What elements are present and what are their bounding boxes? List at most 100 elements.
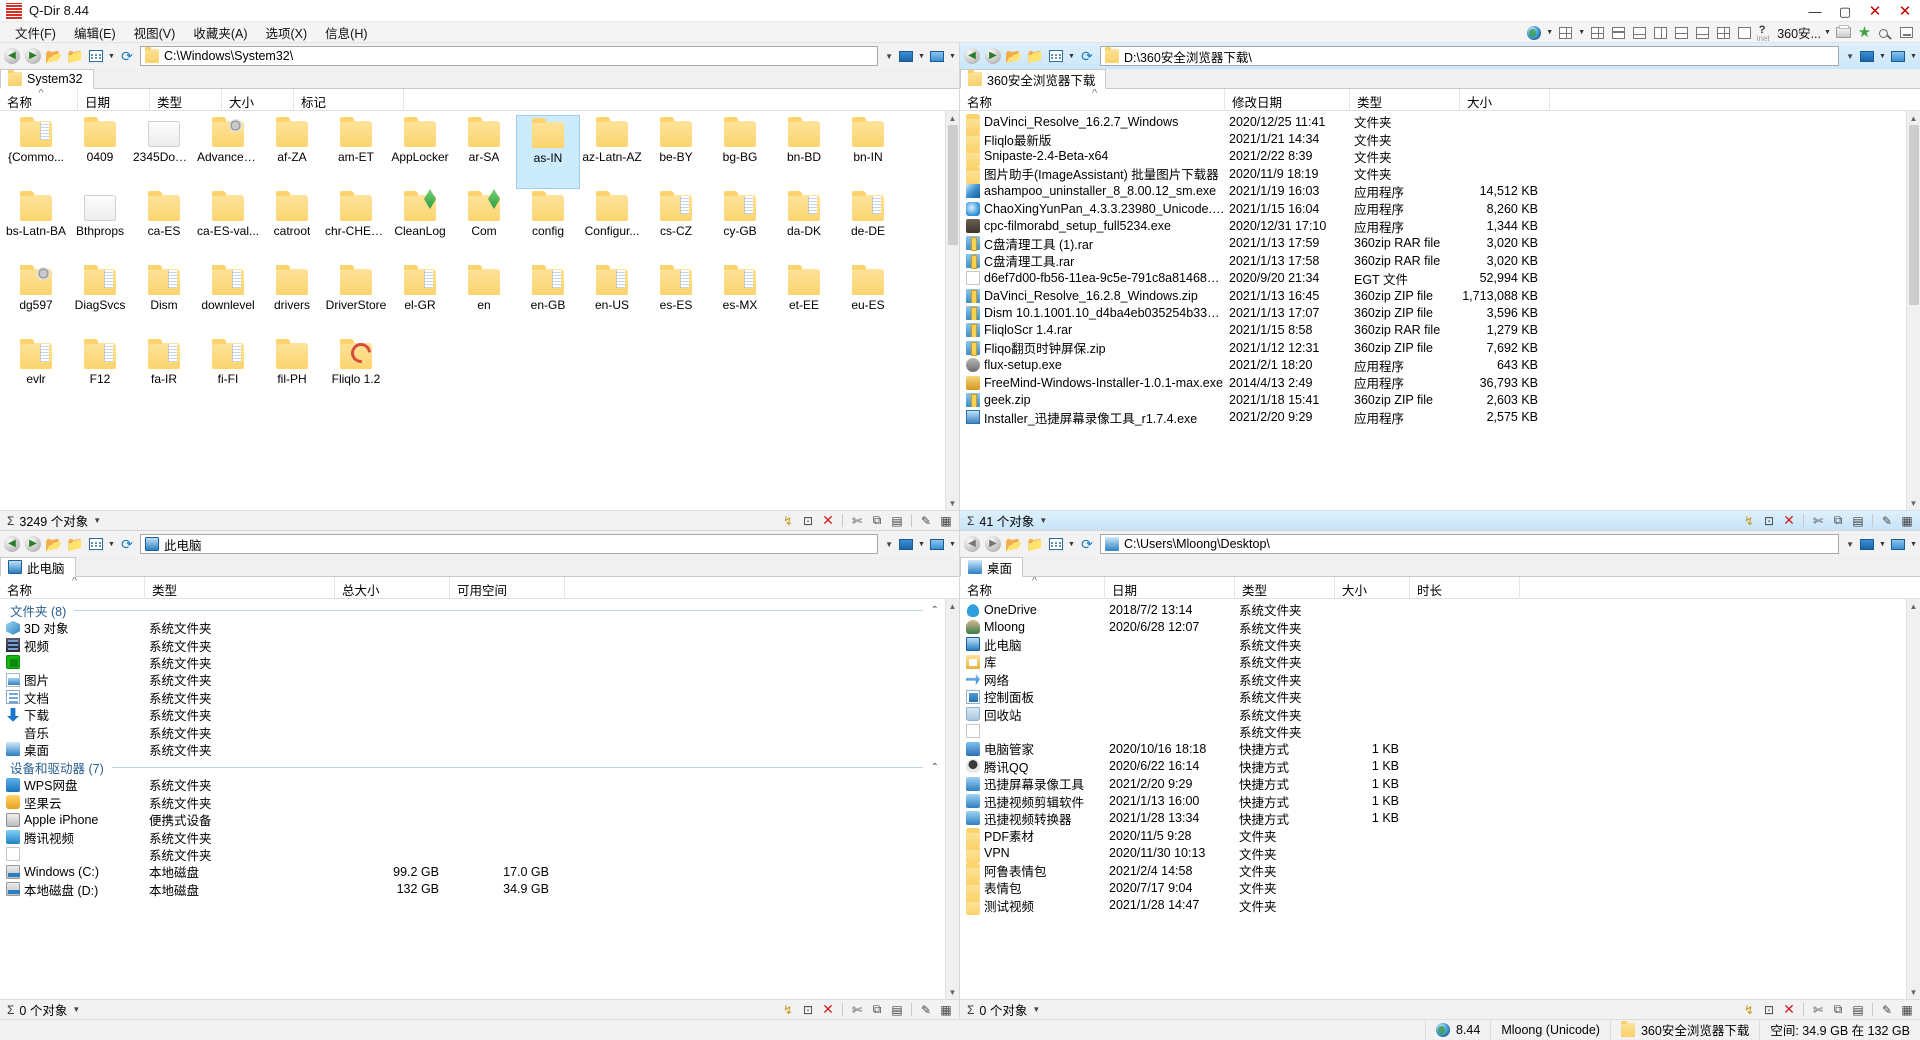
forward-icon[interactable]: ▶ — [23, 534, 43, 554]
file-item[interactable]: en — [452, 263, 516, 337]
favorite-star-icon[interactable]: ★ — [1855, 24, 1874, 42]
forward-icon[interactable]: ▶ — [983, 46, 1003, 66]
scroll-down-icon[interactable]: ▼ — [1907, 496, 1920, 510]
table-row[interactable]: Fliqo翻页时钟屏保.zip 2021/1/12 12:31 360zip ZIP… — [960, 339, 1906, 356]
table-row[interactable]: ashampoo_uninstaller_8_8.00.12_sm.exe 202… — [960, 183, 1906, 200]
object-count-this-pc[interactable]: Σ 0 个对象 ▼ — [3, 1000, 80, 1019]
pane-view-2-chevron-icon[interactable]: ▼ — [1909, 535, 1918, 553]
table-row[interactable]: Fliqlo最新版 2021/1/21 14:34 文件夹 — [960, 130, 1906, 150]
file-item[interactable]: F12 — [68, 337, 132, 411]
table-row[interactable]: geek.zip 2021/1/18 15:41 360zip ZIP file 2,… — [960, 391, 1906, 408]
layout-horizontal-split-icon[interactable] — [1672, 24, 1691, 42]
table-row[interactable]: 迅捷屏幕录像工具 2021/2/20 9:29 快捷方式 1 KB — [960, 775, 1906, 792]
pane-view-2-icon[interactable] — [1888, 46, 1908, 66]
minimize-tray-icon[interactable] — [1897, 24, 1916, 42]
back-icon[interactable]: ◀ — [2, 534, 22, 554]
table-row[interactable]: 文档 系统文件夹 — [0, 689, 945, 706]
copy-icon[interactable]: ⧉ — [869, 513, 885, 529]
scroll-down-icon[interactable]: ▼ — [946, 985, 960, 999]
select-icon[interactable]: ▦ — [1899, 513, 1915, 529]
menu-favorites[interactable]: 收藏夹(A) — [184, 21, 256, 44]
file-item[interactable]: da-DK — [772, 189, 836, 263]
table-row[interactable]: 电脑管家 2020/10/16 18:18 快捷方式 1 KB — [960, 740, 1906, 757]
file-item[interactable]: 2345Dom... — [132, 115, 196, 189]
layout-vertical-split-icon[interactable] — [1651, 24, 1670, 42]
tab-desktop[interactable]: 桌面 — [960, 557, 1024, 577]
file-item[interactable]: as-IN — [516, 115, 580, 189]
pane-view-2-icon[interactable] — [927, 46, 947, 66]
column-header-moddate[interactable]: 修改日期 — [1225, 89, 1350, 110]
file-item[interactable]: evlr — [4, 337, 68, 411]
back-icon[interactable]: ◀ — [962, 46, 982, 66]
table-row[interactable]: WPS网盘 系统文件夹 — [0, 776, 945, 793]
object-count-chevron-icon[interactable]: ▼ — [72, 1005, 80, 1014]
table-row[interactable]: 腾讯视频 系统文件夹 — [0, 828, 945, 846]
table-row[interactable]: 腾讯QQ 2020/6/22 16:14 快捷方式 1 KB — [960, 758, 1906, 775]
table-row[interactable]: DaVinci_Resolve_16.2.8_Windows.zip 2021/1… — [960, 287, 1906, 304]
file-item[interactable]: es-MX — [708, 263, 772, 337]
view-mode-icon[interactable] — [86, 534, 106, 554]
undo-icon[interactable]: ↯ — [1741, 513, 1757, 529]
back-icon[interactable]: ◀ — [962, 534, 982, 554]
delete-icon[interactable]: ✕ — [1781, 512, 1797, 529]
object-count-chevron-icon[interactable]: ▼ — [93, 516, 101, 525]
table-row[interactable]: DaVinci_Resolve_16.2.7_Windows 2020/12/25… — [960, 113, 1906, 132]
restore-icon[interactable]: ⊡ — [1761, 513, 1777, 529]
column-header-name[interactable]: 名称 — [0, 577, 145, 598]
forward-icon[interactable]: ▶ — [23, 46, 43, 66]
file-item[interactable]: Bthprops — [68, 189, 132, 263]
tab-360-downloads[interactable]: 360安全浏览器下载 — [960, 69, 1107, 89]
refresh-icon[interactable]: ⟳ — [1077, 46, 1097, 66]
close-all-button[interactable]: ✕ — [1860, 0, 1890, 22]
pane-view-1-chevron-icon[interactable]: ▼ — [1878, 47, 1887, 65]
zoom-icon[interactable] — [1876, 24, 1895, 42]
table-row[interactable]: Dism 10.1.1001.10_d4ba4eb035254b3326d6a.… — [960, 304, 1906, 321]
address-chevron-icon[interactable]: ▼ — [881, 540, 893, 549]
file-list-desktop[interactable]: OneDrive 2018/7/2 13:14 系统文件夹 Mloong 2020/6/… — [960, 599, 1920, 999]
address-chevron-icon[interactable]: ▼ — [1842, 540, 1854, 549]
file-item[interactable]: chr-CHER-... — [324, 189, 388, 263]
column-header-free-space[interactable]: 可用空间 — [450, 577, 565, 598]
file-item[interactable]: be-BY — [644, 115, 708, 189]
column-header-type[interactable]: 类型 — [1235, 577, 1335, 598]
paste-icon[interactable]: ▤ — [1850, 1002, 1866, 1018]
pane-view-1-icon[interactable] — [1857, 534, 1877, 554]
file-item[interactable]: drivers — [260, 263, 324, 337]
file-item[interactable]: bn-BD — [772, 115, 836, 189]
print-icon[interactable] — [1834, 24, 1853, 42]
pane-view-1-icon[interactable] — [896, 534, 916, 554]
table-row[interactable]: 表情包 2020/7/17 9:04 文件夹 — [960, 879, 1906, 898]
table-row[interactable]: Apple iPhone 便携式设备 — [0, 811, 945, 828]
undo-icon[interactable]: ↯ — [780, 1002, 796, 1018]
table-row[interactable]: 3D 对象 系统文件夹 — [0, 619, 945, 636]
table-row[interactable]: 库 系统文件夹 — [960, 653, 1906, 670]
file-item[interactable]: AppLocker — [388, 115, 452, 189]
file-item[interactable]: Fliqlo 1.2 — [324, 337, 388, 411]
scroll-up-icon[interactable]: ▲ — [946, 111, 960, 125]
layout-bottom-split-icon[interactable] — [1630, 24, 1649, 42]
view-mode-icon[interactable] — [1046, 46, 1066, 66]
pane-view-1-chevron-icon[interactable]: ▼ — [917, 535, 926, 553]
cut-icon[interactable]: ✄ — [1810, 513, 1826, 529]
column-header-size[interactable]: 大小 — [1460, 89, 1550, 110]
table-row[interactable]: 桌面 系统文件夹 — [0, 741, 945, 758]
pane-view-2-icon[interactable] — [927, 534, 947, 554]
refresh-icon[interactable]: ⟳ — [117, 46, 137, 66]
new-folder-icon[interactable]: 📁 — [1025, 534, 1045, 554]
layout-quad-icon[interactable] — [1556, 24, 1575, 42]
column-header-duration[interactable]: 时长 — [1410, 577, 1520, 598]
table-row[interactable]: OneDrive 2018/7/2 13:14 系统文件夹 — [960, 601, 1906, 618]
table-row[interactable]: 视频 系统文件夹 — [0, 636, 945, 654]
tab-this-pc[interactable]: 此电脑 — [0, 557, 76, 577]
vertical-scrollbar-360[interactable]: ▲ ▼ — [1906, 111, 1920, 510]
file-list-360[interactable]: DaVinci_Resolve_16.2.7_Windows 2020/12/25… — [960, 111, 1920, 510]
address-chevron-icon[interactable]: ▼ — [1842, 52, 1854, 61]
view-mode-chevron-icon[interactable]: ▼ — [107, 535, 116, 553]
table-row[interactable]: 控制面板 系统文件夹 — [960, 688, 1906, 705]
file-item[interactable]: Advanced... — [196, 115, 260, 189]
scroll-down-icon[interactable]: ▼ — [946, 496, 960, 510]
table-row[interactable]: 图片 系统文件夹 — [0, 671, 945, 688]
tab-system32[interactable]: System32 — [0, 69, 94, 89]
object-count-chevron-icon[interactable]: ▼ — [1039, 516, 1047, 525]
new-folder-icon[interactable]: 📁 — [65, 46, 85, 66]
